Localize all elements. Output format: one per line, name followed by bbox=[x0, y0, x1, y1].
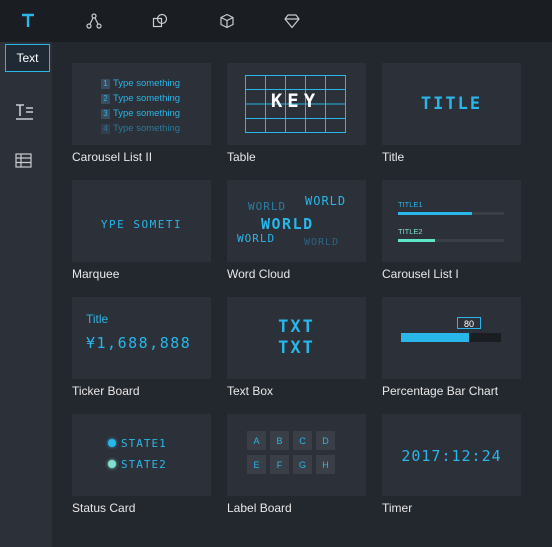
component-card-marquee[interactable]: YPE SOMETI bbox=[72, 180, 211, 262]
component-card-ticker-board[interactable]: Title ¥1,688,888 bbox=[72, 297, 211, 379]
tab-graph[interactable] bbox=[74, 0, 114, 42]
ticker-title: Title bbox=[86, 312, 109, 326]
label-board-cell: D bbox=[316, 431, 335, 450]
list-item: 4 Type something bbox=[101, 121, 180, 136]
textbox-line: TXT bbox=[278, 338, 315, 358]
word-cloud-word: WORLD bbox=[248, 200, 287, 213]
carousel-item-bar-track bbox=[398, 212, 504, 215]
component-label: Percentage Bar Chart bbox=[382, 384, 499, 398]
label-board-cell: B bbox=[270, 431, 289, 450]
tab-shapes[interactable] bbox=[140, 0, 180, 42]
component-card-title[interactable]: TITLE bbox=[382, 63, 521, 145]
carousel-item-bar-track bbox=[398, 239, 504, 242]
text-lines-icon bbox=[16, 104, 33, 120]
table-icon bbox=[15, 153, 32, 168]
carousel-list-rows: 1 Type something 2 Type something 3 Type… bbox=[101, 76, 180, 136]
component-card-carousel-list-i[interactable]: TITLE1 TITLE2 bbox=[382, 180, 521, 262]
tab-3d[interactable] bbox=[207, 0, 247, 42]
component-label: Carousel List I bbox=[382, 267, 459, 281]
timer-preview-text: 2017:12:24 bbox=[401, 447, 502, 465]
component-label: Table bbox=[227, 150, 256, 164]
percentage-value-tag: 80 bbox=[457, 317, 481, 329]
component-card-label-board[interactable]: A B C D E F G H bbox=[227, 414, 366, 496]
sidebar-text-button[interactable]: Text bbox=[5, 44, 50, 72]
carousel-item-title: TITLE1 bbox=[398, 200, 423, 209]
component-label: Timer bbox=[382, 501, 413, 515]
text-icon bbox=[22, 13, 34, 27]
carousel-item-bar-fill bbox=[398, 212, 473, 215]
list-item: 3 Type something bbox=[101, 106, 180, 121]
marquee-preview-text: YPE SOMETI bbox=[100, 218, 183, 231]
gem-icon bbox=[284, 14, 300, 29]
label-board-cell: F bbox=[270, 455, 289, 474]
component-grid: 1 Type something 2 Type something 3 Type… bbox=[52, 42, 552, 547]
list-item: 2 Type something bbox=[101, 91, 180, 106]
component-label: Label Board bbox=[227, 501, 292, 515]
status-dot bbox=[108, 460, 116, 468]
table-key-text: KEY bbox=[270, 90, 321, 112]
component-category-toolbar bbox=[0, 0, 552, 43]
component-card-table[interactable]: KEY bbox=[227, 63, 366, 145]
title-preview-text: TITLE bbox=[420, 94, 483, 114]
word-cloud-word: WORLD bbox=[305, 194, 347, 208]
percentage-bar-track bbox=[401, 333, 501, 342]
sidebar-item-text[interactable] bbox=[15, 103, 35, 126]
word-cloud-word: WORLD bbox=[304, 237, 340, 248]
label-board-cell: E bbox=[247, 455, 266, 474]
status-label: STATE2 bbox=[121, 458, 167, 471]
overlap-shapes-icon bbox=[152, 13, 168, 28]
textbox-line: TXT bbox=[278, 317, 315, 337]
component-label: Carousel List II bbox=[72, 150, 153, 164]
graph-nodes-icon bbox=[86, 13, 102, 29]
list-item: 1 Type something bbox=[101, 76, 180, 91]
cube-icon bbox=[220, 13, 234, 29]
label-board-cell: A bbox=[247, 431, 266, 450]
label-board-cell: G bbox=[293, 455, 312, 474]
label-board-cell: H bbox=[316, 455, 335, 474]
tab-gem[interactable] bbox=[272, 0, 312, 42]
word-cloud-word: WORLD bbox=[261, 215, 314, 233]
status-label: STATE1 bbox=[121, 437, 167, 450]
sidebar-item-table[interactable] bbox=[15, 153, 33, 174]
component-label: Text Box bbox=[227, 384, 274, 398]
label-board-grid: A B C D E F G H bbox=[247, 431, 335, 474]
ticker-value: ¥1,688,888 bbox=[86, 334, 192, 352]
component-label: Marquee bbox=[72, 267, 120, 281]
component-label: Ticker Board bbox=[72, 384, 140, 398]
component-card-timer[interactable]: 2017:12:24 bbox=[382, 414, 521, 496]
component-label: Word Cloud bbox=[227, 267, 291, 281]
component-label: Title bbox=[382, 150, 405, 164]
component-card-status-card[interactable]: STATE1 STATE2 bbox=[72, 414, 211, 496]
carousel-item-title: TITLE2 bbox=[398, 227, 423, 236]
percentage-bar-fill bbox=[401, 333, 469, 342]
tab-text[interactable] bbox=[8, 0, 48, 42]
word-cloud-word: WORLD bbox=[237, 232, 276, 245]
label-board-cell: C bbox=[293, 431, 312, 450]
component-card-carousel-list-ii[interactable]: 1 Type something 2 Type something 3 Type… bbox=[72, 63, 211, 145]
carousel-item-bar-fill bbox=[398, 239, 436, 242]
component-label: Status Card bbox=[72, 501, 136, 515]
component-card-percentage-bar-chart[interactable]: 80 bbox=[382, 297, 521, 379]
status-dot bbox=[108, 439, 116, 447]
component-card-text-box[interactable]: TXT TXT bbox=[227, 297, 366, 379]
component-card-word-cloud[interactable]: WORLD WORLD WORLD WORLD WORLD bbox=[227, 180, 366, 262]
